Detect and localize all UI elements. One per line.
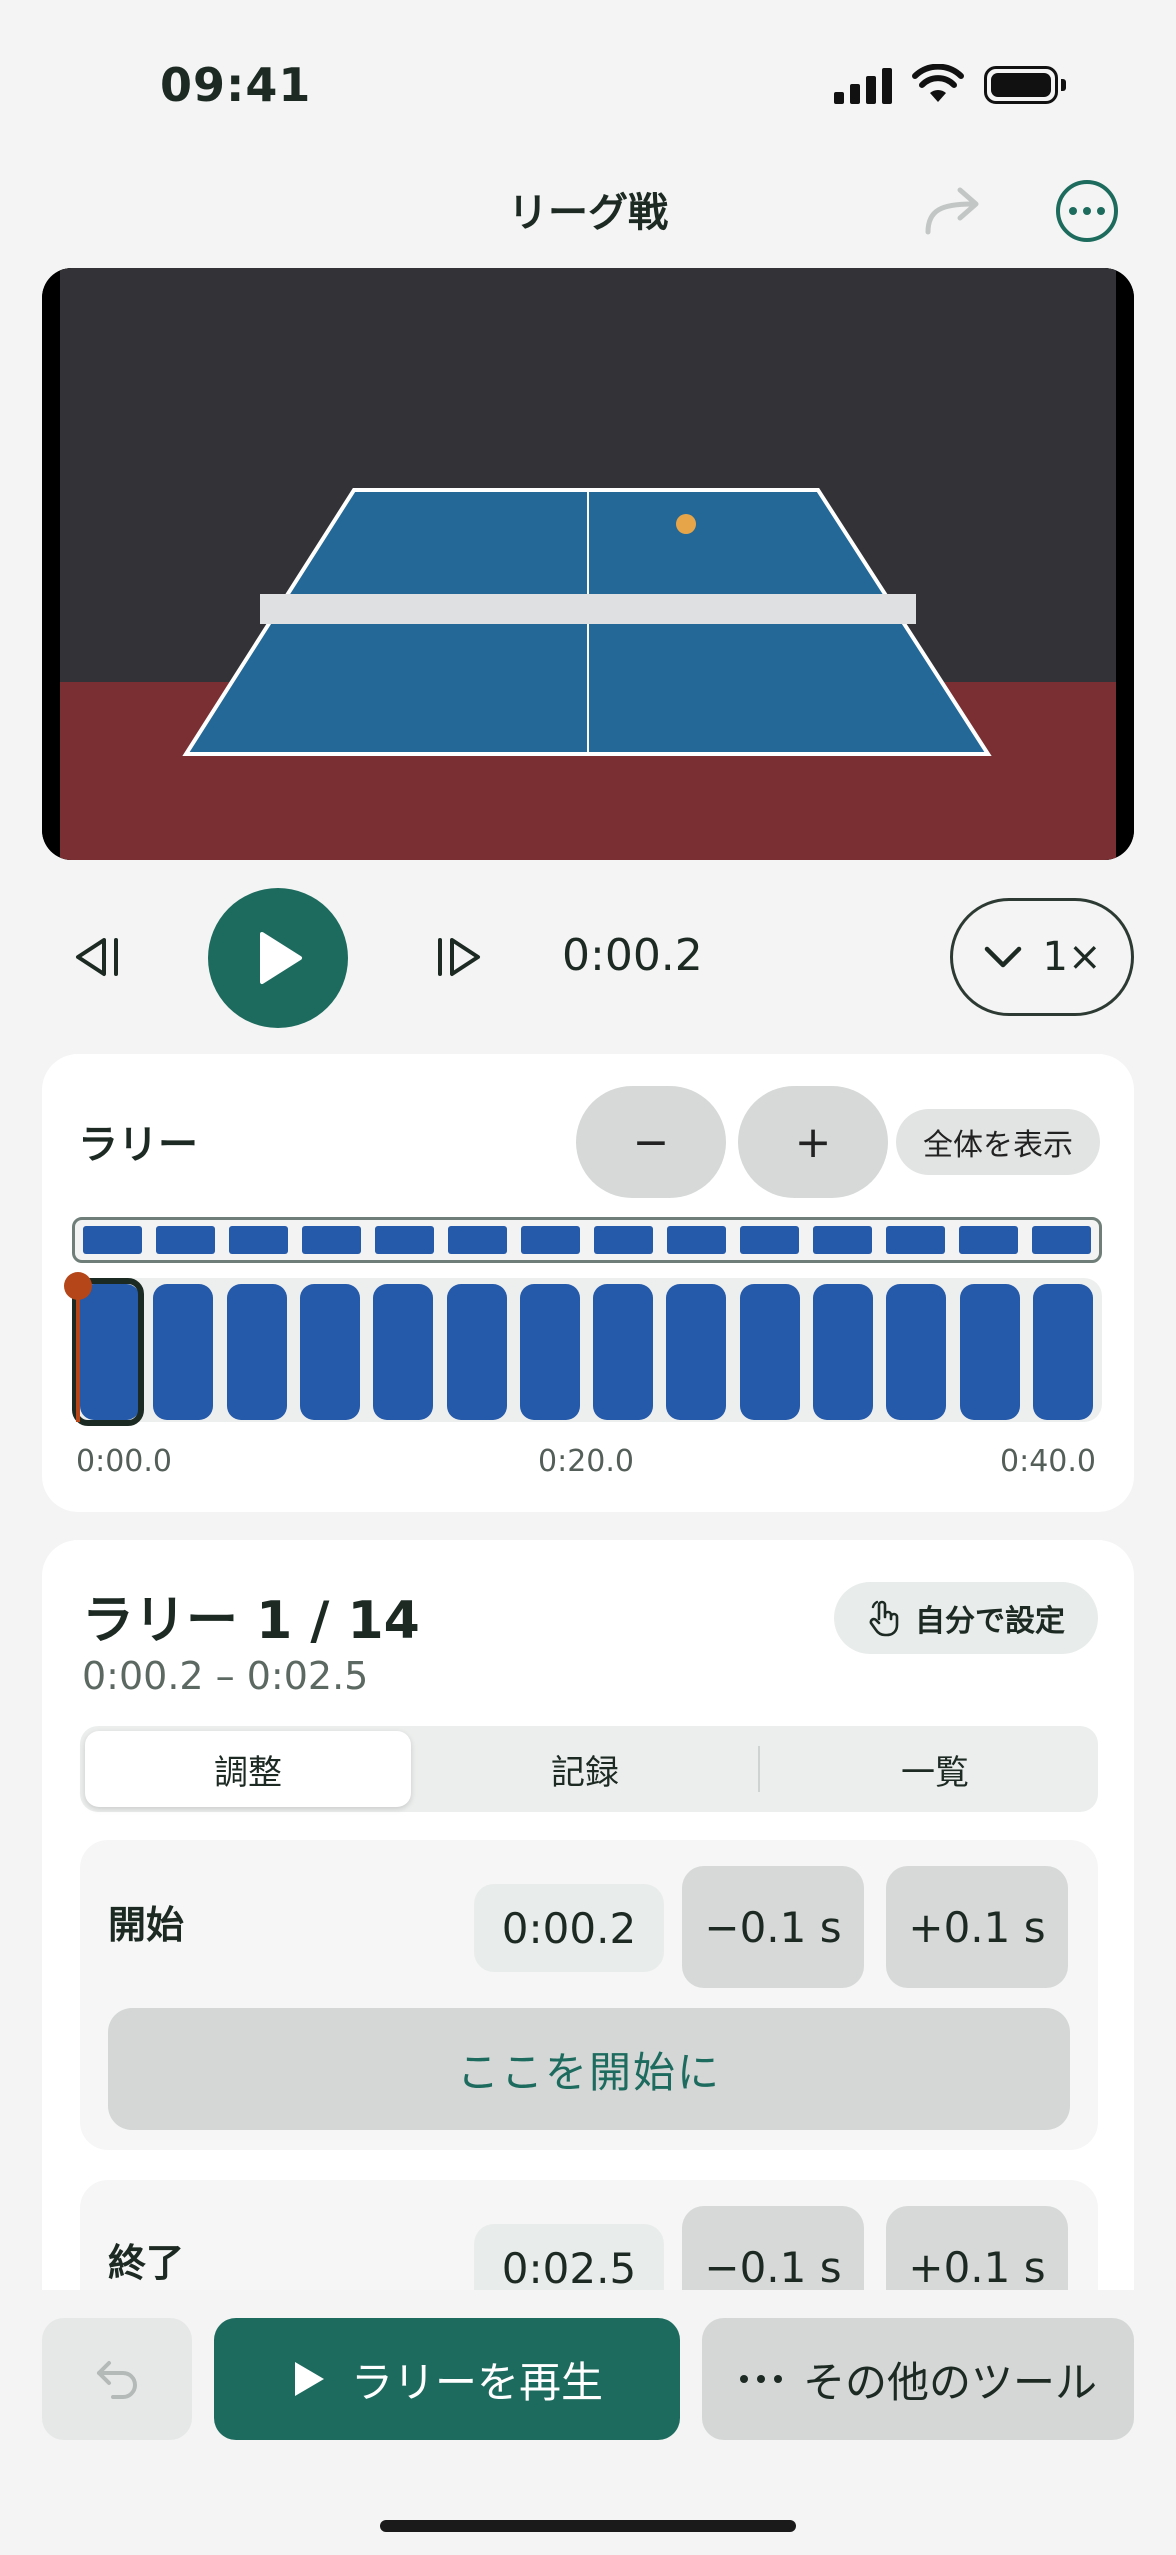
tick-label-end: 0:40.0 [1000,1444,1096,1479]
rally-detail-card: ラリー 1 / 14 0:00.2 – 0:02.5 自分で設定 調整 記録 一… [42,1540,1134,2340]
table-tennis-video-frame [42,268,1134,860]
playback-speed-button[interactable]: 1× [950,898,1134,1016]
ellipsis-icon [739,2375,782,2383]
rally-block[interactable] [519,1284,580,1420]
chevron-down-icon [984,946,1021,968]
end-label: 終了 [108,2241,185,2285]
rally-block[interactable] [739,1284,800,1420]
tab-record[interactable]: 記録 [420,1731,750,1807]
start-time-value: 0:00.2 [474,1884,664,1972]
play-rally-label: ラリーを再生 [350,2357,603,2407]
rally-block[interactable] [593,1284,654,1420]
rally-block[interactable] [446,1284,507,1420]
home-indicator [380,2520,796,2532]
share-forward-icon [925,187,979,235]
bottom-toolbar: ラリーを再生 その他のツール [0,2290,1176,2555]
rally-block[interactable] [373,1284,434,1420]
rally-block[interactable] [666,1284,727,1420]
overview-rally-block[interactable] [740,1226,799,1254]
current-time: 0:00.2 [562,930,703,981]
rally-title: ラリー 1 / 14 [82,1591,420,1651]
detail-tabs: 調整 記録 一覧 [80,1726,1098,1812]
step-forward-button[interactable] [430,934,484,980]
rally-timeline-card: ラリー − + 全体を表示 0:00.0 0:20.0 0:40.0 [42,1054,1134,1512]
play-icon [294,2362,324,2396]
overview-rally-block[interactable] [156,1226,215,1254]
share-button[interactable] [920,180,986,240]
play-rally-button[interactable]: ラリーを再生 [214,2318,680,2440]
wifi-icon [912,64,964,102]
selected-rally-frame [72,1278,144,1426]
overview-rally-block[interactable] [813,1226,872,1254]
more-tools-button[interactable]: その他のツール [702,2318,1134,2440]
overview-rally-block[interactable] [594,1226,653,1254]
overview-rally-block[interactable] [302,1226,361,1254]
overview-rally-block[interactable] [1032,1226,1091,1254]
overview-rally-block[interactable] [375,1226,434,1254]
play-icon [260,932,302,984]
overview-rally-block[interactable] [83,1226,142,1254]
overview-rally-block[interactable] [959,1226,1018,1254]
tab-divider [758,1746,760,1792]
tick-label-mid: 0:20.0 [538,1444,634,1479]
ball [676,514,696,534]
play-button[interactable] [208,888,348,1028]
overview-rally-block[interactable] [448,1226,507,1254]
more-options-button[interactable] [1056,180,1118,242]
rally-range: 0:00.2 – 0:02.5 [82,1654,369,1698]
more-options-icon [1069,207,1077,215]
rally-block[interactable] [226,1284,287,1420]
hand-pointer-icon [869,1600,899,1637]
tab-list[interactable]: 一覧 [770,1731,1100,1807]
rally-block[interactable] [1032,1284,1093,1420]
rally-timeline[interactable] [64,1272,1102,1426]
overview-rally-block[interactable] [521,1226,580,1254]
speed-label: 1× [1042,934,1102,980]
manual-set-label: 自分で設定 [915,1604,1065,1639]
start-plus-button[interactable]: +0.1 s [886,1866,1068,1988]
tick-label-start: 0:00.0 [76,1444,172,1479]
undo-button[interactable] [42,2318,192,2440]
playhead[interactable] [76,1284,80,1422]
step-back-button[interactable] [72,934,126,980]
rally-block[interactable] [813,1284,873,1420]
start-adjust-section: 開始 0:00.2 −0.1 s +0.1 s ここを開始に [80,1840,1098,2150]
overview-track[interactable] [72,1217,1102,1263]
rally-block[interactable] [153,1284,214,1420]
video-player[interactable] [42,268,1134,860]
rally-block[interactable] [886,1284,947,1420]
undo-icon [97,2361,137,2399]
playhead-handle[interactable] [64,1272,92,1300]
zoom-in-button[interactable]: + [738,1086,888,1198]
tab-adjust[interactable]: 調整 [85,1731,411,1807]
rally-block[interactable] [959,1284,1020,1420]
battery-icon [984,66,1066,104]
overview-rally-block[interactable] [886,1226,945,1254]
manual-set-button[interactable]: 自分で設定 [834,1582,1098,1654]
show-all-button[interactable]: 全体を表示 [896,1109,1100,1175]
rally-block[interactable] [299,1284,360,1420]
status-time: 09:41 [160,58,312,112]
page-title: リーグ戦 [508,190,668,236]
start-minus-button[interactable]: −0.1 s [682,1866,864,1988]
overview-rally-block[interactable] [667,1226,726,1254]
start-label: 開始 [108,1903,185,1947]
more-tools-label: その他のツール [802,2357,1097,2407]
set-start-here-button[interactable]: ここを開始に [108,2008,1070,2130]
cellular-signal-icon [834,66,894,104]
overview-rally-block[interactable] [229,1226,288,1254]
zoom-out-button[interactable]: − [576,1086,726,1198]
rally-section-label: ラリー [78,1122,198,1168]
